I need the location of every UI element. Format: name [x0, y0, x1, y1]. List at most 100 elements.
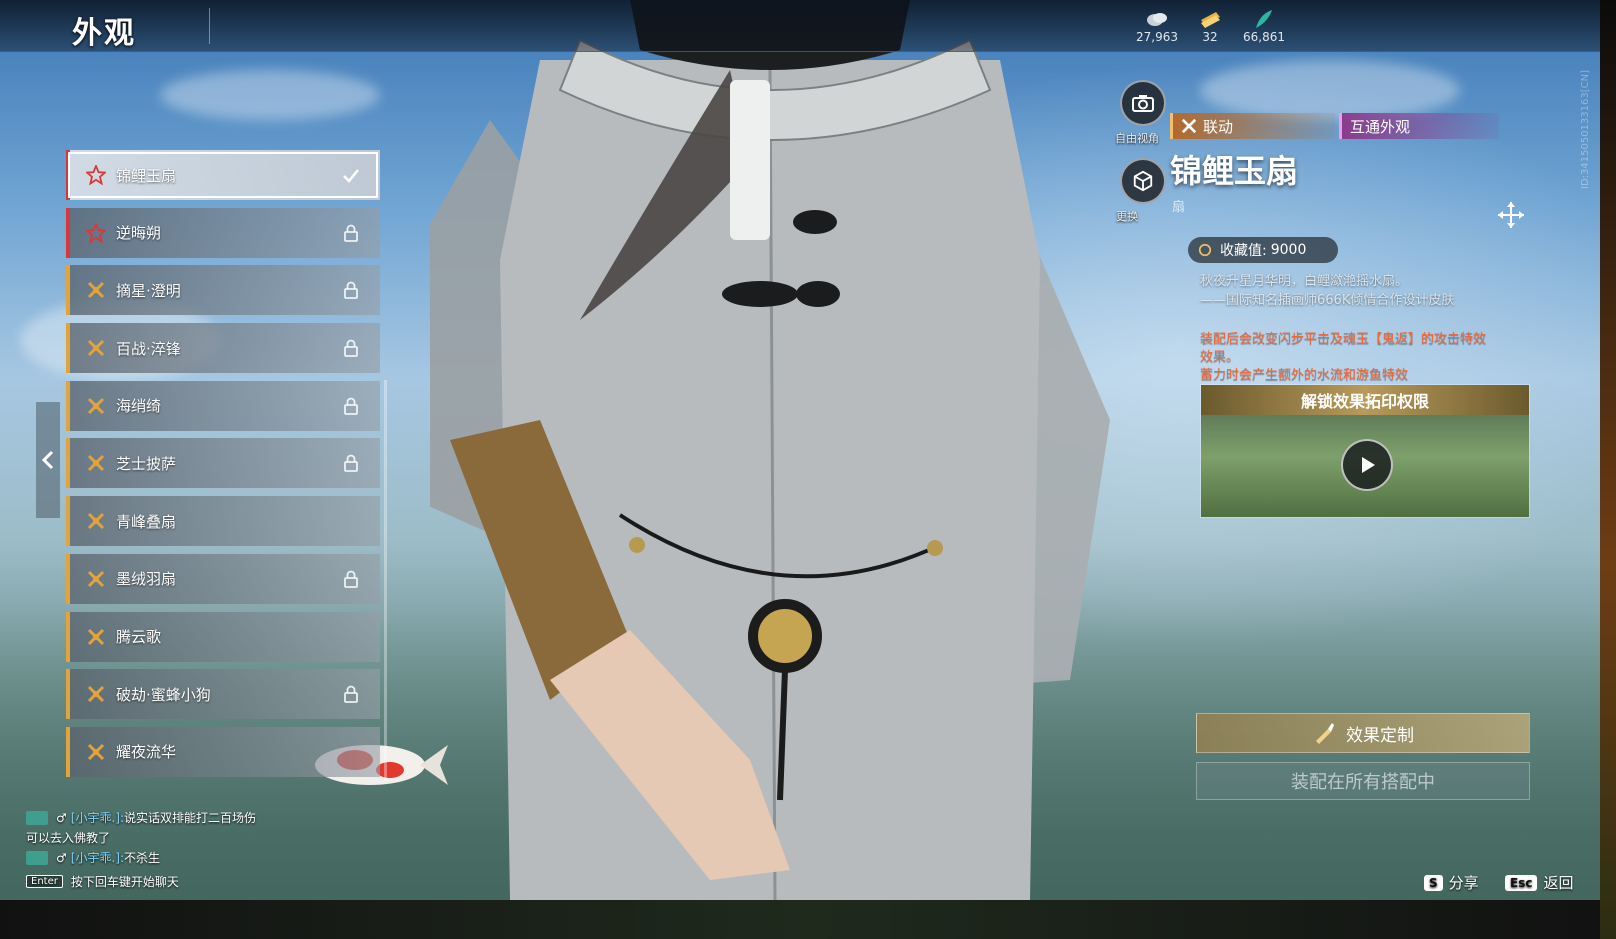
- effect-line: 效果。: [1200, 350, 1240, 365]
- chat-user[interactable]: [小宇乖.]:: [71, 809, 124, 826]
- outfit-item-name: 海绡绮: [116, 397, 162, 416]
- crossed-swords-icon: [87, 397, 105, 414]
- lock-icon: [344, 455, 358, 473]
- collection-label: 收藏值:: [1220, 243, 1267, 259]
- brush-icon: [1316, 723, 1334, 744]
- chat-user[interactable]: [小宇乖.]:: [71, 849, 124, 866]
- lock-icon: [344, 224, 358, 242]
- back-button[interactable]: Esc 返回: [1505, 872, 1573, 893]
- frog-button: [793, 210, 837, 234]
- play-video-button[interactable]: [1341, 439, 1393, 491]
- character-model[interactable]: [430, 0, 1110, 900]
- description-line: 秋夜升星月华明，白鲤潋滟摇水扇。: [1200, 274, 1409, 289]
- outfit-detail-title: 锦鲤玉扇: [1170, 152, 1299, 190]
- jade-coin-icon: [1147, 13, 1167, 26]
- equip-all-outfits-button[interactable]: 装配在所有搭配中: [1196, 762, 1530, 800]
- star-badge-icon: [86, 165, 106, 185]
- move-arrows-icon[interactable]: [1496, 200, 1526, 230]
- outfit-item[interactable]: 墨绒羽扇: [66, 553, 380, 604]
- check-icon: [343, 169, 359, 183]
- currency-feather-value: 66,861: [1243, 30, 1285, 44]
- currency-jade-value: 27,963: [1136, 30, 1178, 44]
- equip-all-label: 装配在所有搭配中: [1291, 772, 1435, 793]
- chat-text: 不杀生: [124, 851, 161, 865]
- effect-preview-video[interactable]: [1201, 415, 1529, 517]
- outfit-item-name: 墨绒羽扇: [116, 570, 177, 589]
- change-outfit-label: 更换: [1116, 210, 1138, 223]
- outfit-item-name: 腾云歌: [116, 628, 162, 646]
- outfit-item-name: 耀夜流华: [116, 743, 177, 762]
- chat-message: ♂ [小宇乖.]: 不杀生: [26, 849, 160, 866]
- lock-icon: [344, 281, 358, 300]
- unlock-effect-card[interactable]: 解锁效果拓印权限: [1200, 384, 1530, 518]
- chat-channel-icon: [26, 810, 48, 825]
- collection-icon: [1198, 243, 1212, 257]
- lock-icon: [344, 397, 358, 415]
- unlock-effect-title: 解锁效果拓印权限: [1201, 385, 1529, 415]
- outfit-item[interactable]: 锦鲤玉扇: [66, 150, 380, 200]
- chat-message: 可以去入佛教了: [26, 829, 110, 846]
- share-button[interactable]: S 分享: [1424, 872, 1479, 893]
- outfit-item[interactable]: 芝士披萨: [66, 438, 380, 489]
- collapse-list-button[interactable]: [36, 402, 60, 518]
- gender-male-icon: ♂: [56, 810, 67, 825]
- crossed-swords-icon: [87, 513, 105, 530]
- outfit-item-name: 逆晦朔: [116, 224, 162, 243]
- outfit-item[interactable]: 逆晦朔: [66, 207, 380, 258]
- currency-feather[interactable]: 66,861: [1229, 8, 1299, 44]
- outfit-item-name: 青峰叠扇: [116, 512, 177, 531]
- cube-icon: [1133, 170, 1153, 192]
- lock-icon: [344, 339, 358, 357]
- effect-line: 蓄力时会产生额外的水流和游鱼特效: [1200, 368, 1409, 383]
- effect-customize-label: 效果定制: [1346, 725, 1414, 746]
- outfit-item-name: 芝士披萨: [116, 454, 177, 473]
- change-outfit-button[interactable]: [1120, 158, 1166, 204]
- lock-icon: [344, 685, 358, 704]
- effect-customize-button[interactable]: 效果定制: [1196, 713, 1530, 753]
- outfit-item[interactable]: 破劫·蜜蜂小狗: [66, 669, 380, 720]
- enter-key-icon: Enter: [26, 875, 63, 888]
- bottom-edge: [0, 900, 1616, 939]
- right-edge: [1600, 0, 1616, 939]
- chat-channel-icon: [26, 850, 48, 865]
- cord-bead: [629, 537, 645, 553]
- effect-line: 装配后会改变闪步平击及魂玉【鬼返】的攻击特效: [1200, 332, 1487, 347]
- collection-value: 收藏值: 9000: [1188, 237, 1338, 263]
- outfit-item-name: 破劫·蜜蜂小狗: [116, 685, 211, 704]
- jade-pendant: [748, 599, 822, 673]
- chat-text: 可以去入佛教了: [26, 831, 111, 845]
- outfit-item[interactable]: 腾云歌: [66, 611, 380, 662]
- chevron-left-icon: [41, 450, 54, 470]
- collab-icon: [1181, 118, 1197, 134]
- outfit-slot-type: 扇: [1172, 200, 1186, 215]
- outfit-item[interactable]: 耀夜流华: [66, 726, 380, 777]
- cord-bead: [927, 540, 943, 556]
- share-label: 分享: [1448, 874, 1479, 892]
- collab-tag: 联动: [1170, 113, 1335, 139]
- back-label: 返回: [1543, 874, 1574, 892]
- user-id: ID:3415050133163[CN]: [1580, 70, 1591, 189]
- outfit-item[interactable]: 百战·淬锋: [66, 323, 380, 374]
- ticket-icon: [1201, 12, 1220, 28]
- collection-number: 9000: [1270, 242, 1307, 258]
- tassel: [730, 80, 770, 240]
- cloud: [160, 70, 380, 120]
- description-line: ——国际知名插画师666K倾情合作设计皮肤: [1200, 293, 1455, 308]
- crossed-swords-icon: [87, 686, 105, 703]
- chat-message: ♂ [小宇乖.]: 说实话双排能打二百场伤: [26, 809, 256, 826]
- free-camera-label: 自由视角: [1115, 132, 1159, 145]
- outfit-item[interactable]: 海绡绮: [66, 380, 380, 431]
- outfit-list-scrollbar[interactable]: [384, 380, 387, 780]
- chat-input-hint[interactable]: Enter 按下回车键开始聊天: [26, 873, 179, 890]
- frog-button: [796, 281, 840, 307]
- outfit-item-name: 百战·淬锋: [116, 339, 181, 358]
- camera-icon: [1132, 95, 1154, 112]
- free-camera-button[interactable]: [1120, 80, 1166, 126]
- cross-platform-tag: 互通外观: [1339, 113, 1499, 139]
- outfit-list: 锦鲤玉扇逆晦朔摘星·澄明百战·淬锋海绡绮芝士披萨青峰叠扇墨绒羽扇腾云歌破劫·蜜蜂…: [66, 150, 380, 785]
- feather-icon: [1256, 10, 1272, 28]
- cross-platform-tag-label: 互通外观: [1350, 117, 1411, 136]
- outfit-item[interactable]: 摘星·澄明: [66, 265, 380, 316]
- outfit-item[interactable]: 青峰叠扇: [66, 496, 380, 547]
- outfit-item-name: 锦鲤玉扇: [116, 166, 177, 185]
